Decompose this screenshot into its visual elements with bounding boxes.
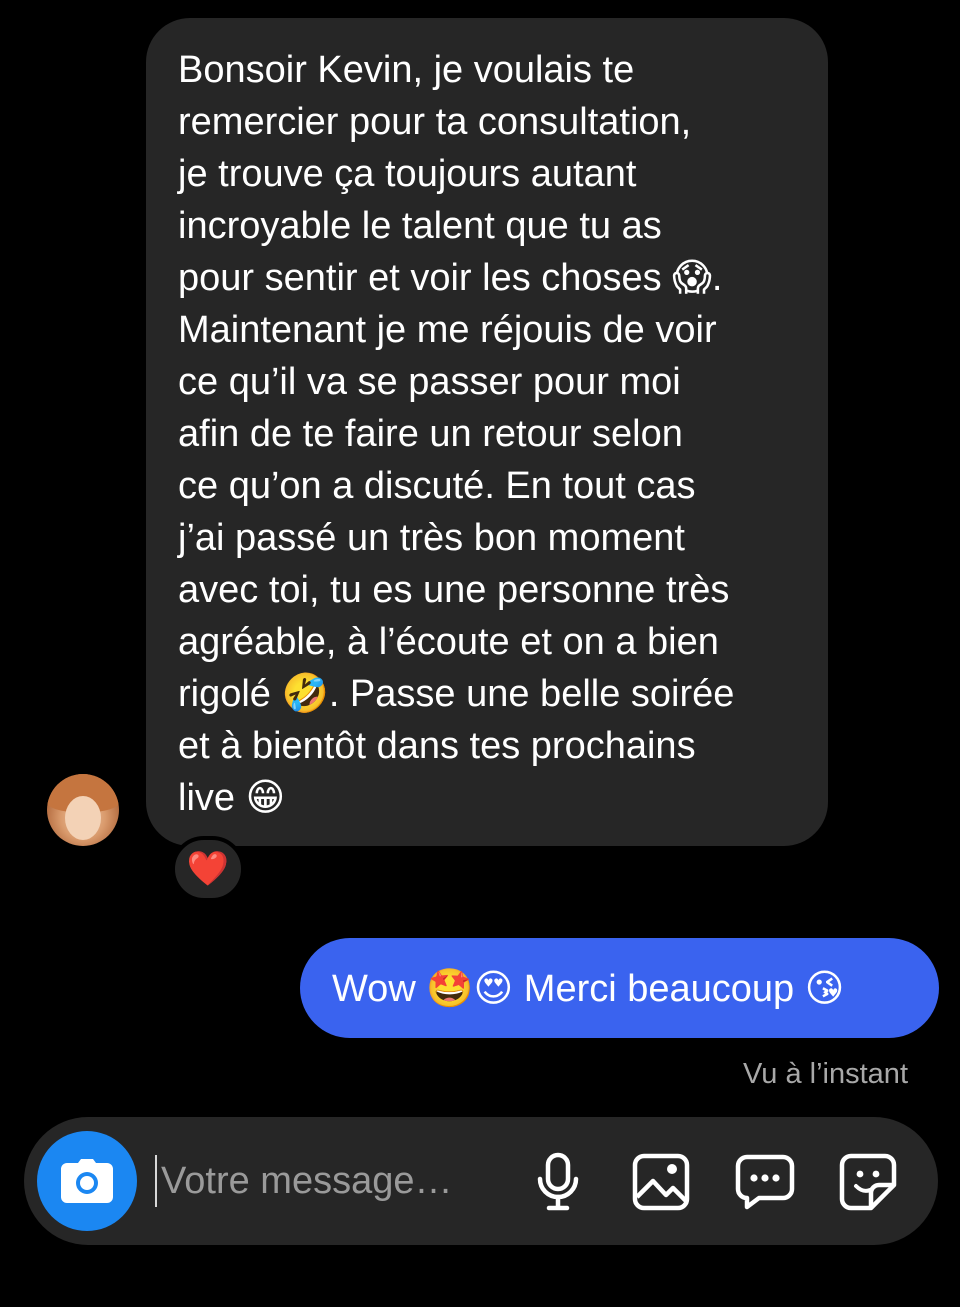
avatar[interactable] (47, 774, 119, 846)
camera-icon (61, 1159, 113, 1203)
seen-status: Vu à l’instant (743, 1058, 908, 1090)
microphone-button[interactable] (527, 1151, 589, 1213)
incoming-message-text: Bonsoir Kevin, je voulais te remercier p… (178, 49, 735, 819)
chat-bubble-icon (735, 1154, 795, 1210)
image-icon (632, 1153, 690, 1211)
sticker-button[interactable] (837, 1151, 899, 1213)
camera-button[interactable] (37, 1131, 137, 1231)
incoming-message-bubble[interactable]: Bonsoir Kevin, je voulais te remercier p… (146, 18, 828, 846)
heart-reaction[interactable]: ❤️ (171, 836, 245, 902)
heart-icon: ❤️ (186, 850, 230, 888)
outgoing-message-bubble[interactable]: Wow 🤩😍 Merci beaucoup 😘 (300, 938, 939, 1038)
microphone-icon (537, 1152, 579, 1211)
message-input[interactable] (155, 1155, 491, 1207)
outgoing-message-text: Wow 🤩😍 Merci beaucoup 😘 (332, 967, 845, 1010)
sticker-icon (839, 1153, 897, 1211)
chat-button[interactable] (734, 1151, 796, 1213)
gallery-button[interactable] (630, 1151, 692, 1213)
message-composer (24, 1117, 938, 1245)
avatar-face (65, 796, 101, 840)
